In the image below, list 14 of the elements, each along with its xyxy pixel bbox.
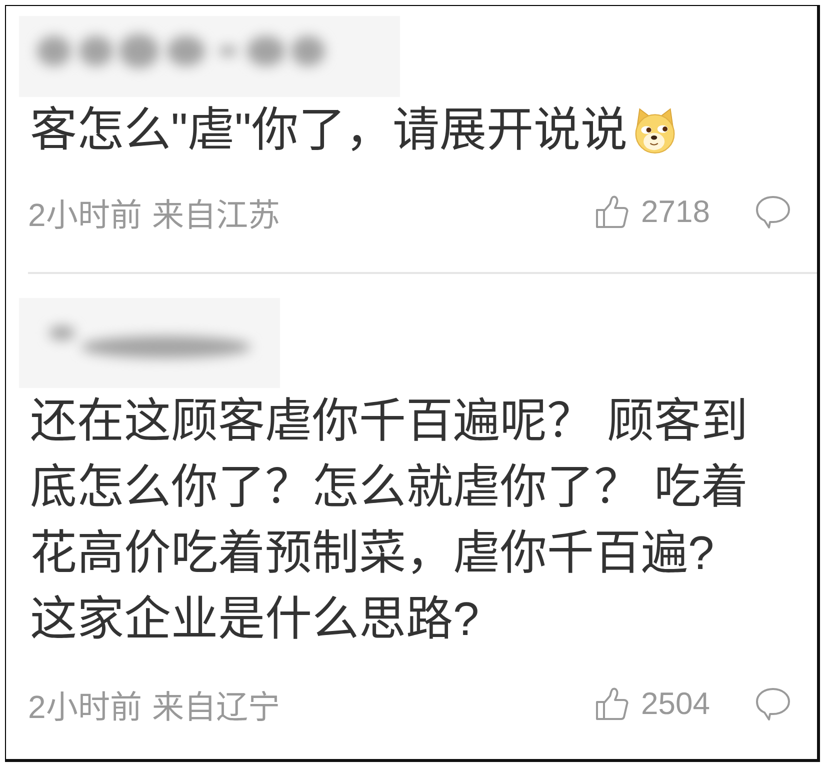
comment-time: 2小时前 (28, 196, 142, 235)
like-button[interactable]: 2718 (595, 194, 710, 230)
comment-text: 还在这顾客虐你千百遍呢？ 顾客到底怎么你了？怎么就虐你了？ 吃着花高价吃着预制菜，虐你千百遍?这家企业是什么思路? (30, 394, 748, 645)
like-button[interactable]: 2504 (595, 686, 710, 722)
comment-text: 客怎么"虐"你了，请展开说说 (30, 103, 628, 156)
comment-button[interactable] (755, 195, 791, 229)
comment-location: 来自辽宁 (152, 688, 280, 727)
thumbs-up-icon (595, 195, 630, 229)
speech-bubble-icon (755, 687, 791, 721)
comment-time: 2小时前 (28, 688, 142, 727)
comment-button[interactable] (755, 687, 791, 721)
thumbs-up-icon (595, 687, 630, 721)
comment-location: 来自江苏 (152, 196, 280, 235)
speech-bubble-icon (755, 195, 791, 229)
